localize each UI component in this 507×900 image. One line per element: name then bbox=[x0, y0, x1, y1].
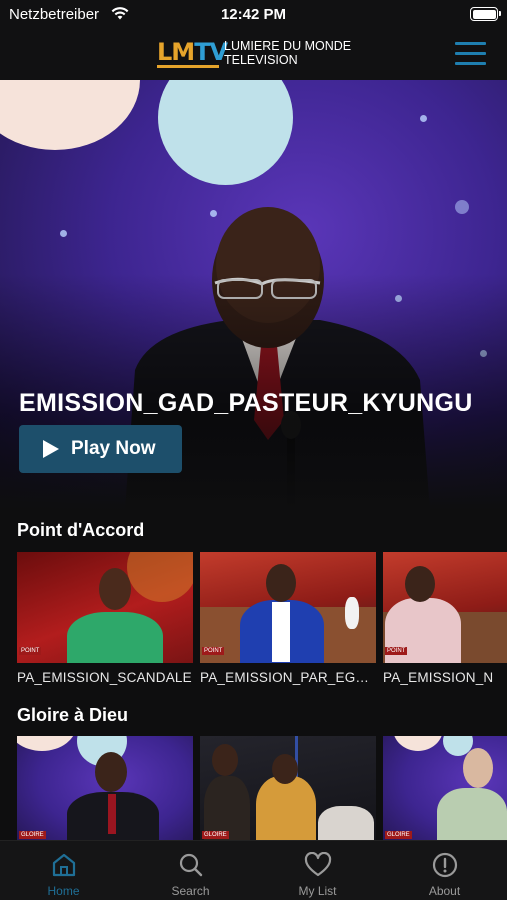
status-time: 12:42 PM bbox=[220, 6, 287, 23]
tab-home[interactable]: Home bbox=[0, 841, 127, 900]
video-card[interactable]: GLOIRE bbox=[200, 736, 376, 840]
logo-text: LMTV bbox=[157, 38, 228, 66]
video-thumbnail: GLOIRE bbox=[17, 736, 193, 840]
brand-line-1: LUMIERE DU MONDE bbox=[224, 39, 352, 53]
video-title: PA_EMISSION_SCANDALE bbox=[17, 670, 192, 685]
home-icon bbox=[52, 853, 75, 877]
tab-about[interactable]: About bbox=[381, 841, 507, 900]
video-title: PA_EMISSION_PAR_EGLISE bbox=[200, 670, 376, 685]
video-thumbnail: POINT bbox=[17, 552, 193, 663]
tab-my-list-label: My List bbox=[298, 884, 337, 898]
play-now-button[interactable]: Play Now bbox=[19, 425, 182, 473]
brand-line-2: TELEVISION bbox=[224, 53, 298, 67]
tab-about-label: About bbox=[428, 884, 461, 898]
video-title: PA_EMISSION_N bbox=[383, 670, 494, 685]
video-card[interactable]: POINT PA_EMISSION_SCANDALE bbox=[17, 552, 193, 685]
tab-home-label: Home bbox=[47, 884, 80, 898]
brand-name: LUMIERE DU MONDE TELEVISION bbox=[224, 39, 351, 67]
lmtv-logo[interactable]: LMTV bbox=[157, 38, 228, 68]
heart-icon bbox=[304, 852, 331, 877]
hamburger-menu-icon[interactable] bbox=[455, 42, 486, 66]
info-icon bbox=[432, 852, 457, 878]
video-thumbnail: GLOIRE bbox=[383, 736, 507, 840]
carousel-point-daccord[interactable]: POINT PA_EMISSION_SCANDALE POINT PA_EMIS… bbox=[17, 552, 507, 692]
video-thumbnail: POINT bbox=[200, 552, 376, 663]
tab-search[interactable]: Search bbox=[127, 841, 254, 900]
video-card[interactable]: POINT PA_EMISSION_PAR_EGLISE bbox=[200, 552, 376, 685]
tab-search-label: Search bbox=[171, 884, 210, 898]
tab-bar: Home Search My List About bbox=[0, 840, 507, 900]
video-thumbnail: GLOIRE bbox=[200, 736, 376, 840]
section-title-point-daccord: Point d'Accord bbox=[17, 520, 145, 540]
battery-icon bbox=[470, 7, 501, 21]
status-bar: Netzbetreiber 12:42 PM bbox=[0, 0, 507, 30]
section-title-gloire-a-dieu: Gloire à Dieu bbox=[17, 705, 129, 725]
video-card[interactable]: GLOIRE bbox=[17, 736, 193, 840]
video-card[interactable]: POINT PA_EMISSION_N bbox=[383, 552, 507, 685]
hero-title: EMISSION_GAD_PASTEUR_KYUNGU bbox=[19, 389, 473, 417]
search-icon bbox=[179, 853, 202, 877]
video-thumbnail: POINT bbox=[383, 552, 507, 663]
app-header: LMTV LUMIERE DU MONDE TELEVISION bbox=[0, 30, 507, 80]
video-card[interactable]: GLOIRE bbox=[383, 736, 507, 840]
play-now-label: Play Now bbox=[71, 438, 156, 459]
tab-my-list[interactable]: My List bbox=[254, 841, 381, 900]
play-icon bbox=[43, 440, 59, 458]
carousel-gloire-a-dieu[interactable]: GLOIRE GLOIRE GLOIRE bbox=[17, 736, 507, 840]
